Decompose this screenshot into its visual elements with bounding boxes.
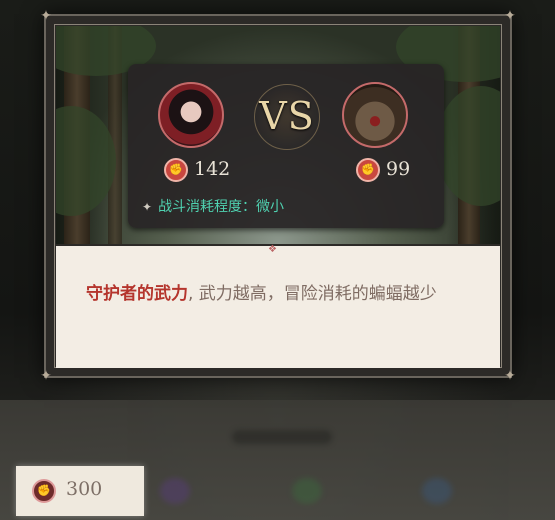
consumption-text: 战斗消耗程度：微小 xyxy=(158,199,285,215)
fist-icon: ✊ xyxy=(32,479,56,503)
vs-label: VS xyxy=(259,94,315,138)
currency-chip[interactable]: ✊ 300 xyxy=(16,466,144,516)
enemy-power: 99 xyxy=(386,158,411,180)
sparkle-icon: ✦ xyxy=(142,200,153,214)
description-panel: 守护者的武力, 武力越高，冒险消耗的蝙蝠越少 xyxy=(56,246,500,368)
consumption-row: ✦ 战斗消耗程度：微小 xyxy=(142,196,284,216)
description-body: , 武力越高，冒险消耗的蝙蝠越少 xyxy=(188,284,437,304)
player-power: 142 xyxy=(194,158,231,180)
guardian-avatar xyxy=(158,82,224,148)
description-text: 守护者的武力, 武力越高，冒险消耗的蝙蝠越少 xyxy=(86,284,456,305)
corner-ornament: ✦ xyxy=(504,368,516,384)
vs-panel: VS ✊ 142 ✊ 99 ✦ 战斗消耗程度：微小 xyxy=(128,64,444,228)
forest-illustration: VS ✊ 142 ✊ 99 ✦ 战斗消耗程度：微小 xyxy=(56,26,500,244)
fist-icon: ✊ xyxy=(356,158,380,182)
werewolf-avatar xyxy=(342,82,408,148)
corner-ornament: ✦ xyxy=(40,8,52,24)
fist-icon: ✊ xyxy=(164,158,188,182)
corner-ornament: ✦ xyxy=(40,368,52,384)
corner-ornament: ✦ xyxy=(504,8,516,24)
currency-value: 300 xyxy=(66,478,103,500)
description-highlight: 守护者的武力 xyxy=(86,284,188,304)
battle-popup: ✦ ✦ ✦ ✦ VS ✊ 142 ✊ 99 ✦ 战斗消耗程度：微小 守护者的武力,… xyxy=(40,9,516,383)
divider-ornament: ❖ xyxy=(268,244,277,255)
